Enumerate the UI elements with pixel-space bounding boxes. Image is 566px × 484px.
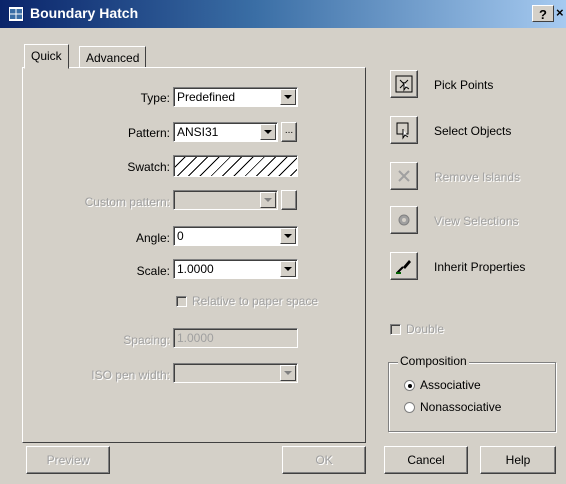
pattern-label: Pattern: bbox=[127, 126, 170, 140]
relative-to-paper-checkbox[interactable] bbox=[176, 296, 187, 307]
view-selections-label: View Selections bbox=[434, 214, 519, 228]
composition-group bbox=[388, 362, 556, 432]
chevron-down-icon[interactable] bbox=[280, 228, 296, 244]
tab-quick[interactable]: Quick bbox=[24, 44, 69, 69]
chevron-down-icon[interactable] bbox=[260, 124, 276, 140]
ok-button[interactable]: OK bbox=[282, 446, 366, 474]
select-objects-button[interactable] bbox=[390, 116, 418, 144]
chevron-down-icon[interactable] bbox=[280, 365, 296, 381]
composition-title: Composition bbox=[398, 354, 469, 368]
inherit-properties-button[interactable] bbox=[390, 252, 418, 280]
swatch-preview[interactable] bbox=[173, 155, 298, 177]
iso-pen-width-label: ISO pen width: bbox=[91, 368, 170, 382]
scale-label: Scale: bbox=[136, 264, 170, 278]
tab-advanced[interactable]: Advanced bbox=[79, 46, 147, 68]
select-objects-label: Select Objects bbox=[434, 124, 512, 138]
scale-combo[interactable]: 1.0000 bbox=[173, 259, 298, 279]
select-objects-icon bbox=[396, 122, 409, 140]
window-title: Boundary Hatch bbox=[30, 5, 139, 21]
custom-pattern-label: Custom pattern: bbox=[84, 195, 170, 209]
remove-islands-button[interactable] bbox=[390, 162, 418, 190]
associative-label: Associative bbox=[420, 378, 481, 392]
custom-pattern-browse-button[interactable] bbox=[281, 190, 297, 210]
angle-label: Angle: bbox=[135, 231, 170, 245]
scale-value: 1.0000 bbox=[177, 262, 214, 276]
custom-pattern-select[interactable] bbox=[173, 190, 278, 210]
pick-points-button[interactable] bbox=[390, 70, 418, 98]
remove-islands-icon bbox=[398, 170, 410, 182]
help-question-button[interactable]: ? bbox=[532, 5, 554, 22]
inherit-properties-label: Inherit Properties bbox=[434, 260, 526, 274]
app-icon bbox=[8, 6, 24, 22]
remove-islands-label: Remove Islands bbox=[434, 170, 521, 184]
type-value: Predefined bbox=[177, 90, 236, 104]
cancel-button[interactable]: Cancel bbox=[384, 446, 468, 474]
pattern-select[interactable]: ANSI31 bbox=[173, 122, 278, 142]
spacing-input[interactable]: 1.0000 bbox=[173, 328, 298, 348]
associative-radio[interactable] bbox=[404, 380, 415, 391]
angle-combo[interactable]: 0 bbox=[173, 226, 298, 246]
inherit-properties-icon bbox=[396, 260, 411, 274]
angle-value: 0 bbox=[177, 229, 184, 243]
relative-to-paper-label: Relative to paper space bbox=[192, 294, 319, 308]
pattern-browse-button[interactable]: ... bbox=[281, 122, 297, 142]
chevron-down-icon[interactable] bbox=[280, 89, 296, 105]
view-selections-icon bbox=[398, 214, 410, 226]
pick-points-label: Pick Points bbox=[434, 78, 494, 92]
pick-points-icon bbox=[395, 75, 413, 93]
nonassociative-label: Nonassociative bbox=[420, 400, 502, 414]
double-checkbox[interactable] bbox=[390, 324, 401, 335]
type-select[interactable]: Predefined bbox=[173, 87, 298, 107]
nonassociative-radio[interactable] bbox=[404, 402, 415, 413]
double-label: Double bbox=[406, 322, 445, 336]
view-selections-button[interactable] bbox=[390, 206, 418, 234]
chevron-down-icon[interactable] bbox=[260, 192, 276, 208]
type-label: Type: bbox=[140, 91, 170, 105]
chevron-down-icon[interactable] bbox=[280, 261, 296, 277]
help-button[interactable]: Help bbox=[480, 446, 556, 474]
close-button[interactable]: × bbox=[556, 5, 564, 20]
pattern-value: ANSI31 bbox=[177, 125, 219, 139]
swatch-label: Swatch: bbox=[127, 160, 170, 174]
iso-pen-width-select[interactable] bbox=[173, 363, 298, 383]
spacing-label: Spacing: bbox=[123, 333, 170, 347]
preview-button[interactable]: Preview bbox=[26, 446, 110, 474]
